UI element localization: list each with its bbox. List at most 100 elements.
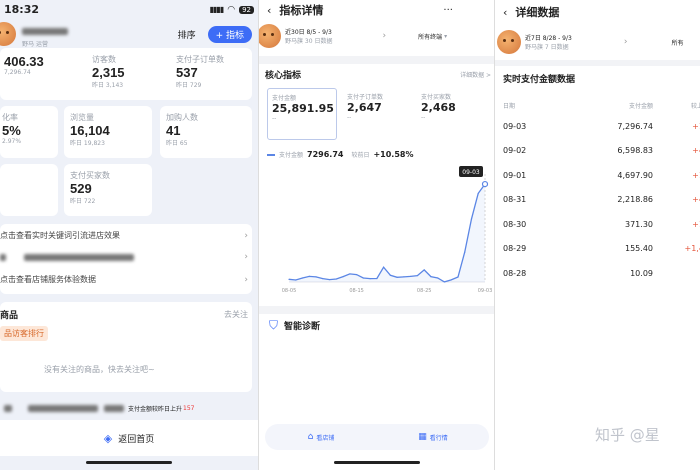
- metric-card-buyers[interactable]: 支付买家数 2,468 --: [417, 88, 487, 140]
- date-filter-bar: 近30日 8/5 - 9/3 野马旗 30 日数据 › 所有终端 ▾: [259, 24, 494, 48]
- metric-pageviews-label: 浏览量: [70, 113, 94, 122]
- metric-card-payment[interactable]: 支付金额 25,891.95 --: [267, 88, 337, 140]
- card-label: 支付买家数: [421, 94, 452, 101]
- metric-conversion-card[interactable]: 化率 5% 2.97%: [0, 106, 58, 158]
- metric-conversion-foot: 2.97%: [2, 138, 22, 145]
- more-icon[interactable]: ···: [443, 5, 453, 16]
- date-range-selector[interactable]: 近30日 8/5 - 9/3 野马旗 30 日数据: [285, 27, 332, 45]
- table-row: 08-30 371.30 +13: [503, 212, 700, 237]
- bottom-notice: 支付金额较昨日上升 157: [0, 404, 258, 413]
- store-avatar: [0, 22, 16, 46]
- back-arrow-icon[interactable]: ‹: [503, 6, 507, 19]
- series-legend-swatch: [267, 153, 275, 156]
- metric-card-suborders[interactable]: 支付子订单数 2,647 --: [343, 88, 413, 140]
- metric-conversion-value: 5%: [2, 123, 21, 138]
- payment-trend-chart[interactable]: 09-03 08-05 08-15 08-25 09-03: [259, 160, 494, 300]
- metric-addcart-value: 41: [166, 123, 181, 138]
- follow-goods-link[interactable]: 去关注: [224, 309, 248, 320]
- data-point: [457, 276, 459, 278]
- metric-addcart-card[interactable]: 加购人数 41 昨日 65: [160, 106, 252, 158]
- home-indicator: [86, 461, 172, 464]
- nav-bar: ‹ 详细数据: [503, 4, 559, 20]
- metric-suborders-value: 537: [176, 65, 198, 80]
- data-point: [328, 278, 331, 281]
- terminal-filter[interactable]: 所有: [671, 38, 683, 47]
- table-row: 09-03 7,296.74 +10: [503, 114, 700, 139]
- metric-addcart-foot: 昨日 65: [166, 140, 188, 147]
- blurred-text: [24, 253, 134, 261]
- blurred-text: [104, 405, 124, 412]
- divider: [259, 56, 494, 64]
- metric-visitors-foot: 昨日 3,143: [92, 82, 124, 89]
- chevron-right-icon: ›: [244, 230, 248, 241]
- metric-conversion-label: 化率: [2, 113, 18, 122]
- metric-pageviews-card[interactable]: 浏览量 16,104 昨日 19,823: [64, 106, 152, 158]
- metric-payment-value: 406.33: [4, 54, 44, 69]
- x-tick-label: 09-03: [478, 288, 493, 294]
- data-point: [389, 274, 391, 276]
- smart-diagnosis-title: 智能诊断: [284, 322, 321, 332]
- cell-change: +1,44: [684, 244, 700, 254]
- tab-shop[interactable]: ⌂ 看店铺: [265, 432, 377, 442]
- data-point: [383, 266, 385, 268]
- card-foot: --: [347, 114, 352, 121]
- terminal-filter[interactable]: 所有终端: [418, 32, 442, 41]
- cell-date: 08-31: [503, 195, 527, 205]
- chevron-right-icon: ›: [623, 37, 628, 47]
- wifi-icon: ◠: [227, 4, 236, 15]
- data-point: [295, 279, 297, 281]
- date-range-selector[interactable]: 近7日 8/28 - 9/3 野马旗 7 日数据: [525, 33, 572, 51]
- page-title: 详细数据: [515, 6, 560, 19]
- blurred-text: [28, 405, 98, 412]
- metric-buyers-label: 支付买家数: [70, 171, 110, 180]
- cell-change: +49: [692, 195, 700, 205]
- status-bar: 18:32 ▮▮▮▮ ◠ 92: [4, 3, 254, 16]
- sort-button[interactable]: 排序: [178, 28, 196, 41]
- goods-visitor-rank-tab[interactable]: 品访客排行: [0, 326, 48, 341]
- card-label: 支付金额: [272, 95, 297, 102]
- metric-buyers-card[interactable]: 支付买家数 529 昨日 722: [64, 164, 152, 216]
- cell-change: +11: [692, 170, 700, 180]
- column-header-date: 日期: [503, 102, 516, 110]
- column-header-amount: 支付金额: [628, 102, 653, 110]
- cell-amount: 10.09: [630, 268, 653, 278]
- date-range-sub: 野马旗 30 日数据: [285, 38, 333, 45]
- cell-date: 09-02: [503, 146, 527, 156]
- home-button[interactable]: ◈ 返回首页: [0, 420, 258, 456]
- tab-shop-label: 看店铺: [316, 434, 335, 442]
- market-icon: ▦: [418, 432, 427, 442]
- nav-bar: ‹ 指标详情 ···: [267, 2, 453, 18]
- tab-industry[interactable]: ▦ 看行情: [377, 432, 489, 442]
- series-line: [288, 183, 486, 283]
- table-row: 08-31 2,218.86 +49: [503, 188, 700, 213]
- cell-amount: 7,296.74: [617, 121, 653, 131]
- smart-diagnosis-header: ⛉ 智能诊断: [269, 318, 320, 333]
- store-header: 野马 运营 排序 + 指标: [0, 20, 258, 48]
- add-metric-button[interactable]: + 指标: [207, 25, 252, 43]
- metric-blank-card[interactable]: [0, 164, 58, 216]
- data-point: [403, 276, 405, 278]
- cell-change: +10: [692, 121, 700, 131]
- detail-data-link[interactable]: 详细数据 >: [460, 70, 491, 79]
- goods-empty-text: 没有关注的商品，快去关注吧~: [44, 365, 155, 374]
- data-point: [430, 276, 432, 278]
- cell-date: 08-29: [503, 244, 527, 254]
- chevron-right-icon: ›: [244, 274, 248, 285]
- home-indicator: [334, 461, 420, 464]
- metric-suborders-foot: 昨日 729: [176, 82, 202, 89]
- date-filter-bar: 近7日 8/28 - 9/3 野马旗 7 日数据 › 所有: [495, 30, 700, 54]
- service-data-link[interactable]: 点击查看店铺服务体验数据 ›: [0, 274, 248, 285]
- chevron-right-icon: ›: [244, 252, 248, 262]
- data-point: [369, 278, 371, 280]
- back-arrow-icon[interactable]: ‹: [267, 4, 271, 17]
- divider: [259, 306, 494, 314]
- data-point: [355, 274, 358, 276]
- divider: [495, 60, 700, 66]
- notice-number: 157: [183, 405, 195, 412]
- blurred-link[interactable]: ›: [0, 252, 248, 262]
- table-row: 09-02 6,598.83 +40: [503, 139, 700, 164]
- data-point: [443, 281, 446, 283]
- metric-addcart-label: 加购人数: [166, 113, 198, 122]
- data-point: [288, 278, 290, 280]
- keyword-traffic-link[interactable]: 点击查看实时关键词引流进店效果 ›: [0, 230, 248, 241]
